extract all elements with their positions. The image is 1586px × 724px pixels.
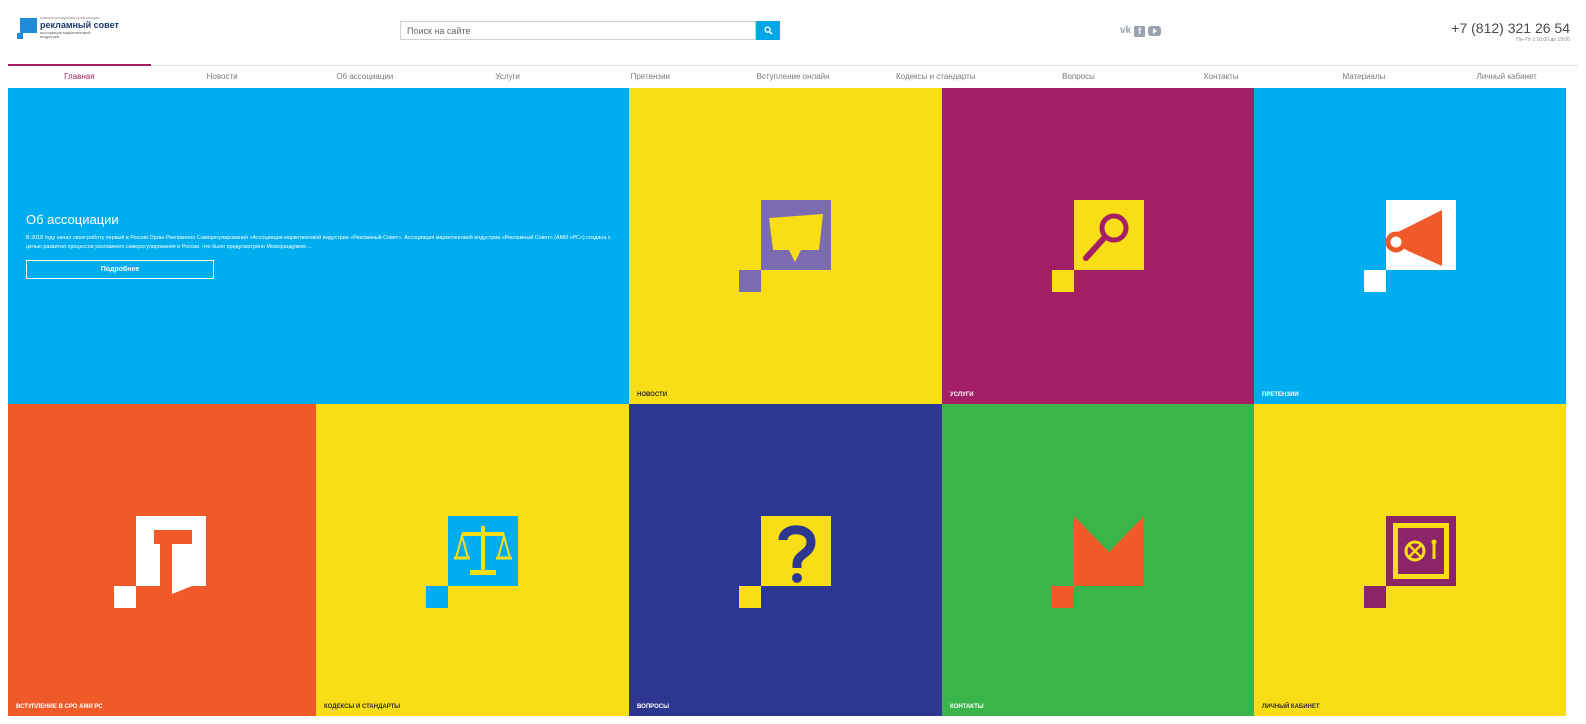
youtube-icon[interactable]: [1148, 26, 1162, 36]
claims-tile[interactable]: ПРЕТЕНЗИИ: [1254, 88, 1566, 404]
nav-item-join-online[interactable]: Вступление онлайн: [722, 66, 865, 88]
logo-mark-icon: [17, 16, 37, 39]
about-title: Об ассоциации: [26, 212, 119, 227]
codes-tile[interactable]: КОДЕКСЫ И СТАНДАРТЫ: [316, 404, 629, 716]
page: саморегулируемая организация рекламный с…: [0, 0, 1586, 724]
services-tile-label: УСЛУГИ: [950, 392, 974, 398]
about-text: В 2018 году начал свою работу первый в Р…: [26, 235, 611, 250]
safe-icon: [1364, 516, 1456, 608]
logo-text: саморегулируемая организация рекламный с…: [40, 16, 119, 39]
phone-number[interactable]: +7 (812) 321 26 54: [1451, 20, 1570, 36]
nav-item-about[interactable]: Об ассоциации: [293, 66, 436, 88]
nav-item-contacts[interactable]: Контакты: [1150, 66, 1293, 88]
questions-tile-label: ВОПРОСЫ: [637, 704, 669, 710]
contacts-tile[interactable]: КОНТАКТЫ: [942, 404, 1254, 716]
document-icon: [114, 516, 206, 608]
megaphone-icon: [1364, 200, 1456, 292]
logo[interactable]: саморегулируемая организация рекламный с…: [17, 16, 127, 44]
nav-item-news[interactable]: Новости: [151, 66, 294, 88]
contacts-tile-label: КОНТАКТЫ: [950, 704, 984, 710]
social-links: vk f: [1120, 25, 1162, 37]
join-tile-label: ВСТУПЛЕНИЕ В СРО АМИ РС: [16, 704, 103, 710]
questions-tile[interactable]: ВОПРОСЫ: [629, 404, 942, 716]
envelope-icon: [1052, 515, 1144, 608]
magnifier-icon: [1052, 200, 1144, 292]
vk-icon[interactable]: vk: [1120, 26, 1131, 36]
speech-bubble-icon: [739, 200, 831, 292]
phone-hours: Пн–Пт с 10:00 до 19:00: [1516, 37, 1570, 43]
about-tile: Об ассоциации В 2018 году начал свою раб…: [8, 88, 629, 404]
question-mark-icon: [739, 516, 831, 608]
nav-item-cabinet[interactable]: Личный кабинет: [1435, 66, 1578, 88]
main-nav: Главная Новости Об ассоциации Услуги Пре…: [8, 64, 1578, 88]
nav-item-codes[interactable]: Кодексы и стандарты: [864, 66, 1007, 88]
cabinet-tile-label: ЛИЧНЫЙ КАБИНЕТ: [1262, 704, 1320, 710]
claims-tile-label: ПРЕТЕНЗИИ: [1262, 392, 1299, 398]
logo-title: рекламный совет: [40, 20, 119, 30]
search-button[interactable]: [756, 21, 780, 40]
scales-icon: [426, 516, 518, 608]
header: саморегулируемая организация рекламный с…: [0, 0, 1586, 64]
cabinet-tile[interactable]: ЛИЧНЫЙ КАБИНЕТ: [1254, 404, 1566, 716]
join-tile[interactable]: ВСТУПЛЕНИЕ В СРО АМИ РС: [8, 404, 316, 716]
news-tile[interactable]: НОВОСТИ: [629, 88, 942, 404]
nav-item-materials[interactable]: Материалы: [1293, 66, 1436, 88]
search-box: [400, 21, 780, 40]
logo-subtitle-2: индустрии: [40, 34, 60, 39]
about-more-button[interactable]: Подробнее: [26, 260, 214, 279]
nav-item-services[interactable]: Услуги: [436, 66, 579, 88]
search-icon: [763, 26, 773, 35]
nav-item-claims[interactable]: Претензии: [579, 66, 722, 88]
services-tile[interactable]: УСЛУГИ: [942, 88, 1254, 404]
nav-item-home[interactable]: Главная: [8, 64, 151, 88]
codes-tile-label: КОДЕКСЫ И СТАНДАРТЫ: [324, 704, 401, 710]
phone-block: +7 (812) 321 26 54 Пн–Пт с 10:00 до 19:0…: [1451, 20, 1570, 43]
facebook-icon[interactable]: f: [1134, 25, 1146, 37]
nav-item-questions[interactable]: Вопросы: [1007, 66, 1150, 88]
search-input[interactable]: [400, 21, 756, 40]
news-tile-label: НОВОСТИ: [637, 392, 668, 398]
